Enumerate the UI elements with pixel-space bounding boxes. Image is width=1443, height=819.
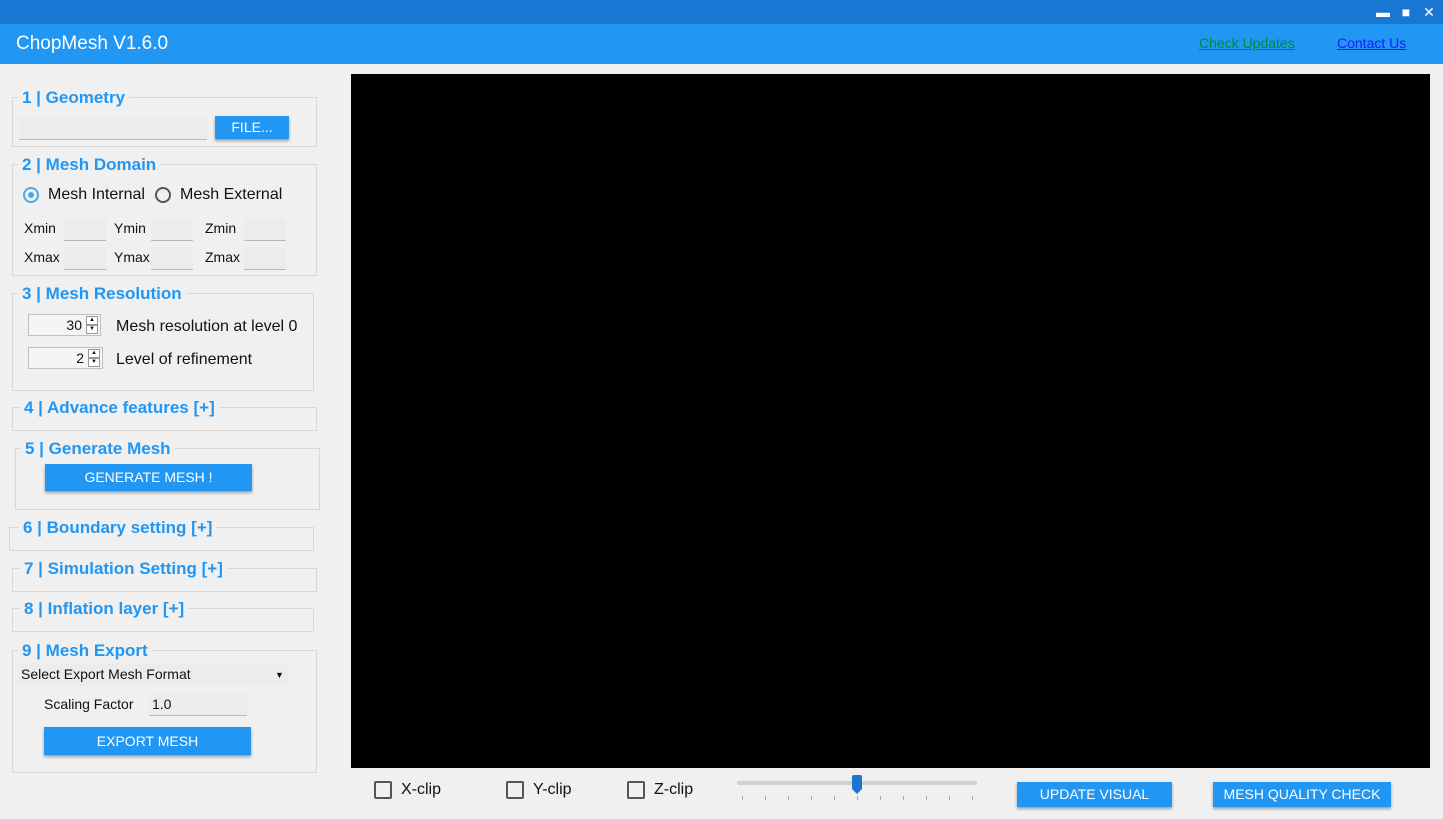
generate-mesh-title: 5 | Generate Mesh xyxy=(21,439,175,459)
mesh-external-radio[interactable] xyxy=(155,187,171,203)
mesh-internal-label: Mesh Internal xyxy=(48,186,145,203)
boundary-setting-toggle[interactable]: 6 | Boundary setting [+] xyxy=(19,518,217,538)
clip-slider-thumb[interactable] xyxy=(852,775,862,794)
refinement-spinbox[interactable]: 2 ▲ ▼ xyxy=(28,347,103,369)
app-title: ChopMesh V1.6.0 xyxy=(16,33,169,54)
slider-tick xyxy=(765,796,766,800)
chevron-down-icon: ▼ xyxy=(275,670,284,680)
ymax-label: Ymax xyxy=(114,249,150,265)
minimize-icon[interactable]: ▬ xyxy=(1374,3,1392,21)
simulation-setting-toggle[interactable]: 7 | Simulation Setting [+] xyxy=(20,559,227,579)
yclip-checkbox[interactable] xyxy=(506,781,524,799)
slider-tick xyxy=(903,796,904,800)
scaling-factor-value: 1.0 xyxy=(152,696,172,712)
slider-tick xyxy=(811,796,812,800)
app-header: ChopMesh V1.6.0 Check Updates Contact Us xyxy=(0,24,1443,64)
export-mesh-button[interactable]: EXPORT MESH xyxy=(44,727,251,755)
resolution-label: Mesh resolution at level 0 xyxy=(116,318,298,335)
slider-tick xyxy=(926,796,927,800)
xmax-label: Xmax xyxy=(24,249,60,265)
slider-tick xyxy=(788,796,789,800)
mesh-export-title: 9 | Mesh Export xyxy=(18,641,152,661)
ymax-field[interactable] xyxy=(151,247,193,270)
spin-down-icon[interactable]: ▼ xyxy=(88,358,100,367)
slider-tick xyxy=(880,796,881,800)
resolution-spinbox[interactable]: 30 ▲ ▼ xyxy=(28,314,101,336)
export-format-select[interactable]: Select Export Mesh Format ▼ xyxy=(17,663,289,686)
inflation-layer-toggle[interactable]: 8 | Inflation layer [+] xyxy=(20,599,189,619)
xclip-label: X-clip xyxy=(401,781,442,798)
mesh-domain-title: 2 | Mesh Domain xyxy=(18,155,161,175)
mesh-resolution-title: 3 | Mesh Resolution xyxy=(18,284,186,304)
zmin-field[interactable] xyxy=(244,218,286,241)
geometry-file-field[interactable] xyxy=(19,117,207,140)
zclip-label: Z-clip xyxy=(654,781,694,798)
spin-down-icon[interactable]: ▼ xyxy=(86,325,98,334)
slider-tick xyxy=(834,796,835,800)
scaling-factor-label: Scaling Factor xyxy=(44,696,134,712)
refinement-value: 2 xyxy=(76,350,84,366)
xmin-label: Xmin xyxy=(24,220,56,236)
spin-up-icon[interactable]: ▲ xyxy=(88,349,100,358)
xmax-field[interactable] xyxy=(64,247,106,270)
generate-mesh-button[interactable]: GENERATE MESH ! xyxy=(45,464,252,491)
resolution-value: 30 xyxy=(66,317,82,333)
mesh-viewport[interactable] xyxy=(351,74,1430,768)
slider-tick xyxy=(857,796,858,800)
zmin-label: Zmin xyxy=(205,220,237,236)
window-titlebar: ▬ ■ ✕ xyxy=(0,0,1443,24)
file-button[interactable]: FILE... xyxy=(215,116,289,139)
close-icon[interactable]: ✕ xyxy=(1420,3,1438,21)
advance-features-toggle[interactable]: 4 | Advance features [+] xyxy=(20,398,219,418)
ymin-field[interactable] xyxy=(151,218,193,241)
slider-tick xyxy=(972,796,973,800)
mesh-quality-check-button[interactable]: MESH QUALITY CHECK xyxy=(1213,782,1391,807)
zclip-checkbox[interactable] xyxy=(627,781,645,799)
spin-up-icon[interactable]: ▲ xyxy=(86,316,98,325)
refinement-label: Level of refinement xyxy=(116,351,253,368)
update-visual-button[interactable]: UPDATE VISUAL xyxy=(1017,782,1172,807)
xmin-field[interactable] xyxy=(64,218,106,241)
scaling-factor-field[interactable]: 1.0 xyxy=(149,693,247,716)
contact-us-link[interactable]: Contact Us xyxy=(1337,35,1406,51)
xclip-checkbox[interactable] xyxy=(374,781,392,799)
slider-tick xyxy=(949,796,950,800)
ymin-label: Ymin xyxy=(114,220,146,236)
geometry-title: 1 | Geometry xyxy=(18,88,130,108)
maximize-icon[interactable]: ■ xyxy=(1397,3,1415,21)
export-format-value: Select Export Mesh Format xyxy=(21,666,191,682)
zmax-field[interactable] xyxy=(244,247,286,270)
mesh-internal-radio[interactable] xyxy=(23,187,39,203)
mesh-external-label: Mesh External xyxy=(180,186,283,203)
yclip-label: Y-clip xyxy=(533,781,572,798)
check-updates-link[interactable]: Check Updates xyxy=(1199,35,1295,51)
zmax-label: Zmax xyxy=(205,249,240,265)
slider-tick xyxy=(742,796,743,800)
mesh-resolution-group xyxy=(12,293,314,391)
